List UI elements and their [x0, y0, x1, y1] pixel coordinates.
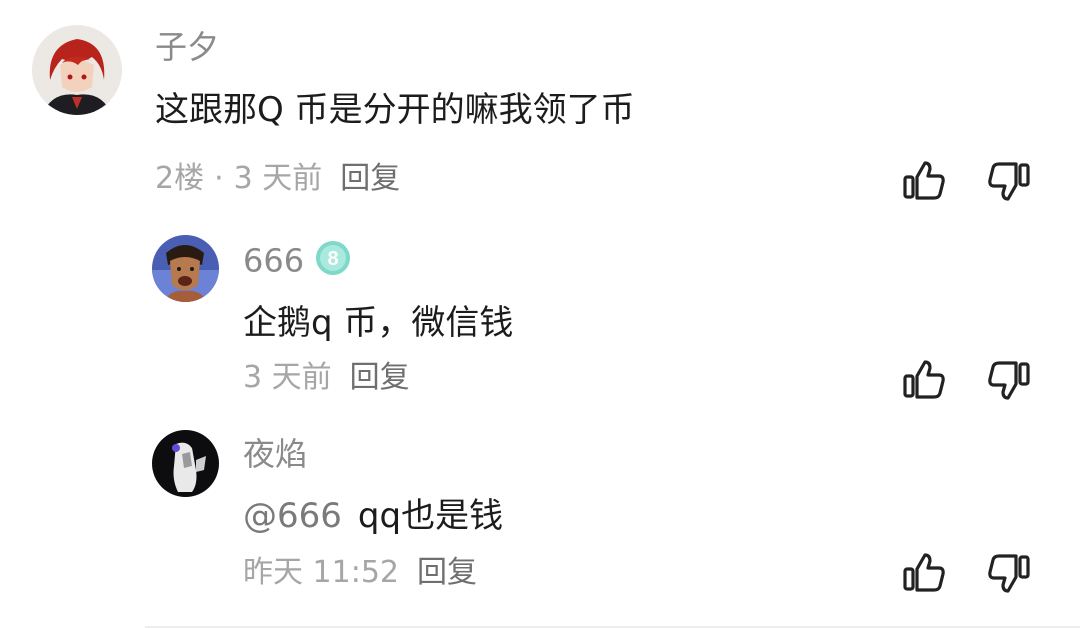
- reply-button[interactable]: 回复: [350, 360, 410, 395]
- reply-item: 666 8 企鹅q 币，微信钱 3 天前 回复: [0, 220, 1080, 420]
- comment-text: 这跟那Q 币是分开的嘛我领了币: [155, 90, 635, 130]
- dislike-button[interactable]: [985, 356, 1033, 404]
- avatar[interactable]: [152, 235, 219, 302]
- comment-meta: 3 天前 回复: [243, 358, 410, 398]
- level-badge-icon: 8: [316, 241, 351, 275]
- dislike-button[interactable]: [985, 157, 1033, 205]
- level-badge: 8: [314, 239, 352, 286]
- comment-meta: 2楼 · 3 天前 回复: [155, 159, 400, 199]
- floor-number: 2楼: [155, 161, 205, 196]
- level-badge-text: 8: [328, 248, 339, 270]
- thumbs-down-icon: [988, 554, 1030, 593]
- thumbs-up-icon: [903, 161, 945, 200]
- mention-link[interactable]: @666: [243, 496, 342, 536]
- avatar-image: [152, 430, 219, 497]
- thumbs-down-icon: [988, 361, 1030, 400]
- username-text: 666: [243, 241, 305, 280]
- like-button[interactable]: [900, 549, 948, 597]
- comment-item: 子夕 这跟那Q 币是分开的嘛我领了币 2楼 · 3 天前 回复: [0, 0, 1080, 220]
- comment-meta: 昨天 11:52 回复: [243, 553, 477, 593]
- thumbs-up-icon: [903, 553, 945, 592]
- avatar-image: [152, 235, 219, 302]
- like-button[interactable]: [900, 157, 948, 205]
- thumbs-up-icon: [903, 360, 945, 399]
- timestamp: 3 天前: [233, 161, 323, 196]
- thumbs-down-icon: [988, 162, 1030, 201]
- avatar[interactable]: [152, 430, 219, 497]
- reply-button[interactable]: 回复: [340, 161, 400, 196]
- timestamp: 3 天前: [243, 360, 332, 395]
- comment-text-body: qq也是钱: [357, 496, 504, 536]
- reply-item: 夜焰 @666 qq也是钱 昨天 11:52 回复: [0, 420, 1080, 626]
- dislike-button[interactable]: [985, 549, 1033, 597]
- username[interactable]: 子夕: [155, 27, 219, 67]
- avatar-image: [32, 25, 122, 115]
- avatar[interactable]: [32, 25, 122, 115]
- reply-button[interactable]: 回复: [417, 555, 477, 590]
- timestamp: 昨天 11:52: [243, 555, 399, 590]
- comment-text: 企鹅q 币，微信钱: [243, 303, 514, 343]
- separator: ·: [214, 161, 224, 196]
- comment-text: @666 qq也是钱: [243, 494, 503, 538]
- username[interactable]: 666 8: [243, 239, 352, 286]
- like-button[interactable]: [900, 356, 948, 404]
- username[interactable]: 夜焰: [243, 434, 307, 474]
